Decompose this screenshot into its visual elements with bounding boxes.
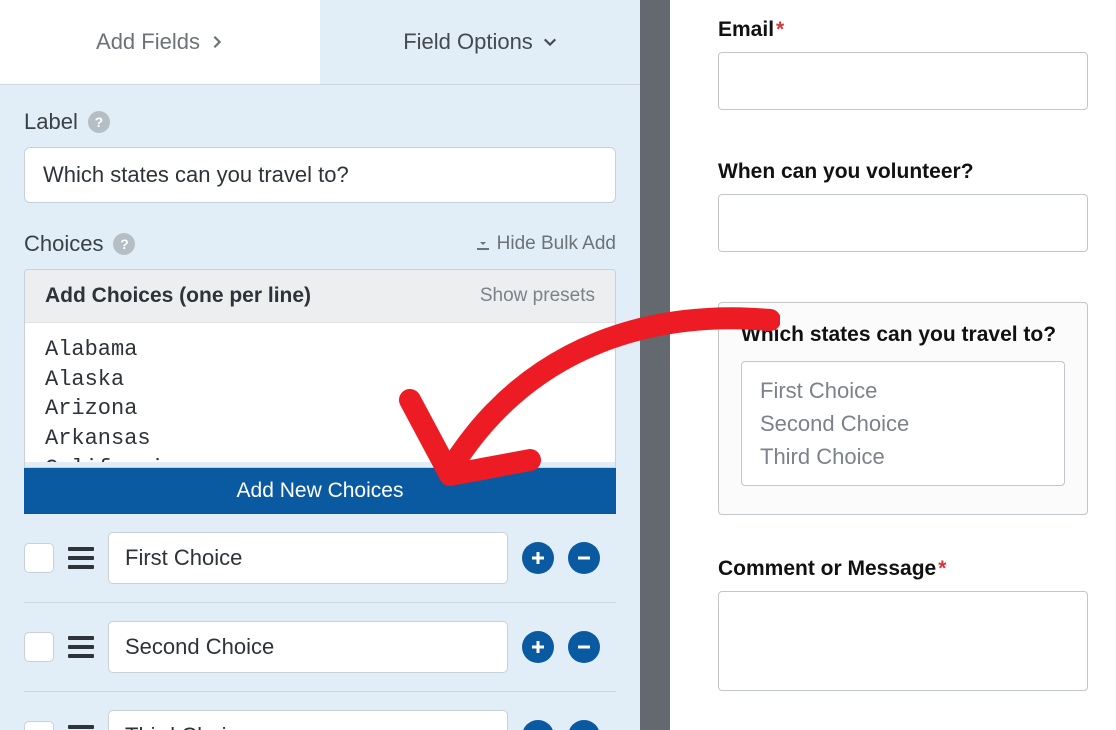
preview-field-comment: Comment or Message*	[718, 557, 1088, 691]
field-label-input[interactable]	[24, 147, 616, 203]
choice-default-checkbox[interactable]	[24, 721, 54, 730]
drag-handle-icon[interactable]	[68, 547, 94, 569]
plus-icon	[530, 550, 546, 566]
chevron-down-icon	[543, 35, 557, 49]
bulk-add-box: Add Choices (one per line) Show presets	[24, 269, 616, 468]
preview-field-email: Email*	[718, 18, 1088, 110]
preview-choice-item: First Choice	[760, 374, 1046, 407]
hide-bulk-add-link[interactable]: Hide Bulk Add	[475, 233, 616, 255]
add-new-choices-button[interactable]: Add New Choices	[24, 468, 616, 514]
choice-value-input[interactable]	[108, 621, 508, 673]
add-choice-button[interactable]	[522, 631, 554, 663]
choice-default-checkbox[interactable]	[24, 543, 54, 573]
preview-label: Email*	[718, 18, 1088, 42]
download-icon	[475, 236, 491, 252]
remove-choice-button[interactable]	[568, 720, 600, 730]
chevron-right-icon	[210, 35, 224, 49]
preview-comment-input[interactable]	[718, 591, 1088, 691]
choice-row	[24, 603, 616, 692]
preview-volunteer-input[interactable]	[718, 194, 1088, 252]
add-choice-button[interactable]	[522, 720, 554, 730]
tab-label: Add Fields	[96, 29, 200, 55]
tab-label: Field Options	[403, 29, 533, 55]
label-section-header: Label ?	[24, 109, 616, 135]
drag-handle-icon[interactable]	[68, 636, 94, 658]
minus-icon	[576, 639, 592, 655]
remove-choice-button[interactable]	[568, 542, 600, 574]
bulk-add-textarea[interactable]	[25, 322, 615, 462]
required-asterisk: *	[938, 557, 946, 580]
choice-value-input[interactable]	[108, 532, 508, 584]
label-title: Label	[24, 109, 78, 135]
choices-title: Choices	[24, 231, 103, 257]
help-icon[interactable]: ?	[88, 111, 110, 133]
drag-handle-icon[interactable]	[68, 725, 94, 730]
panel-tabs: Add Fields Field Options	[0, 0, 640, 85]
bulk-add-title: Add Choices (one per line)	[45, 284, 311, 308]
choice-value-input[interactable]	[108, 710, 508, 730]
remove-choice-button[interactable]	[568, 631, 600, 663]
field-options-panel: Add Fields Field Options Label ? Choices…	[0, 0, 640, 730]
preview-choice-item: Third Choice	[760, 440, 1046, 473]
required-asterisk: *	[776, 18, 784, 41]
panel-divider[interactable]	[640, 0, 670, 730]
plus-icon	[530, 639, 546, 655]
preview-email-input[interactable]	[718, 52, 1088, 110]
preview-label: Which states can you travel to?	[741, 323, 1065, 347]
minus-icon	[576, 550, 592, 566]
preview-field-states[interactable]: Which states can you travel to? First Ch…	[718, 302, 1088, 515]
show-presets-link[interactable]: Show presets	[480, 285, 595, 307]
hide-bulk-label: Hide Bulk Add	[497, 233, 616, 255]
help-icon[interactable]: ?	[113, 233, 135, 255]
preview-choice-item: Second Choice	[760, 407, 1046, 440]
add-choice-button[interactable]	[522, 542, 554, 574]
choice-default-checkbox[interactable]	[24, 632, 54, 662]
tab-add-fields[interactable]: Add Fields	[0, 0, 320, 84]
preview-choice-list: First Choice Second Choice Third Choice	[741, 361, 1065, 486]
preview-label: When can you volunteer?	[718, 160, 1088, 184]
choice-row	[24, 514, 616, 603]
form-preview: Email* When can you volunteer? Which sta…	[670, 0, 1116, 730]
choice-row	[24, 692, 616, 730]
choices-section-header: Choices ?	[24, 231, 135, 257]
preview-field-volunteer: When can you volunteer?	[718, 160, 1088, 252]
preview-label: Comment or Message*	[718, 557, 1088, 581]
tab-field-options[interactable]: Field Options	[320, 0, 640, 84]
